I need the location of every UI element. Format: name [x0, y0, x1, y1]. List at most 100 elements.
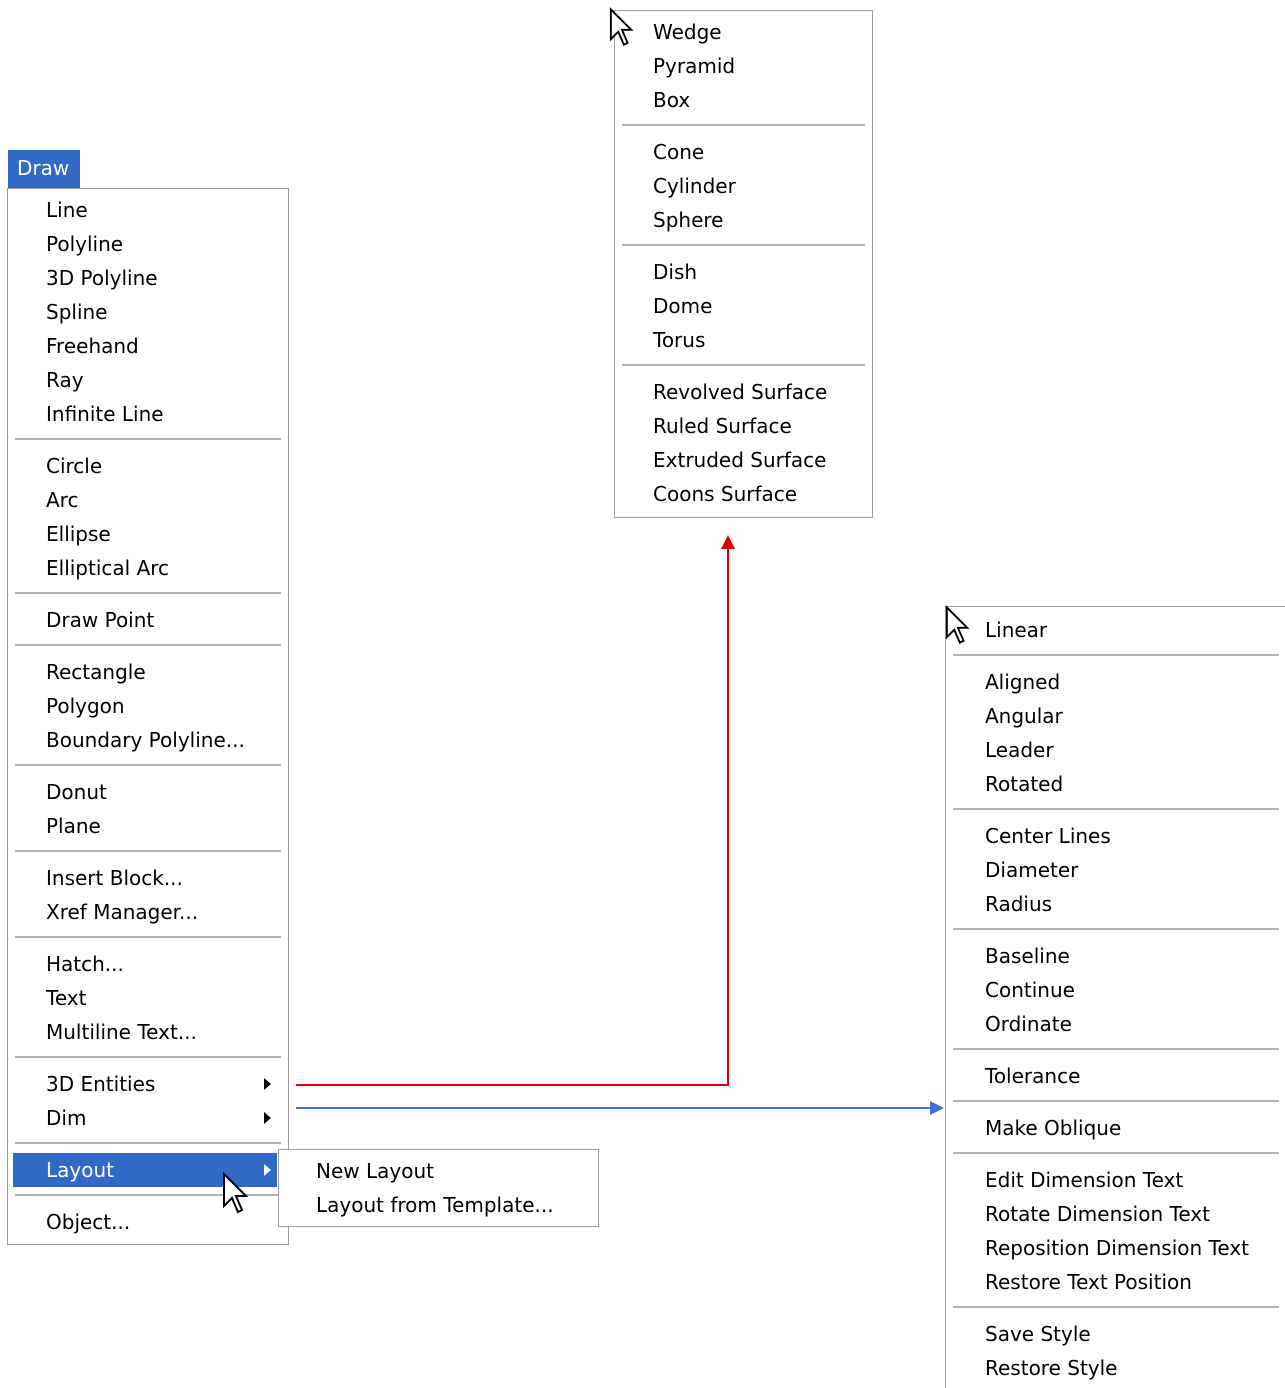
menu-item-spline[interactable]: Spline	[8, 295, 288, 329]
menu-item-new-layout[interactable]: New Layout	[279, 1154, 598, 1188]
menu-item-3d-entities[interactable]: 3D Entities	[8, 1067, 288, 1101]
menu-item-label: Leader	[985, 738, 1054, 762]
draw-menu-title[interactable]: Draw	[8, 150, 80, 188]
menu-item-save-style[interactable]: Save Style	[946, 1317, 1285, 1351]
menu-item-dome[interactable]: Dome	[615, 289, 872, 323]
menu-item-label: Restore Style	[985, 1356, 1118, 1380]
menu-item-label: Elliptical Arc	[46, 556, 170, 580]
menu-item-linear[interactable]: Linear	[946, 613, 1285, 647]
menu-item-xref-manager[interactable]: Xref Manager...	[8, 895, 288, 929]
menu-item-rotated[interactable]: Rotated	[946, 767, 1285, 801]
menu-item-continue[interactable]: Continue	[946, 973, 1285, 1007]
menu-item-label: Ray	[46, 368, 84, 392]
menu-item-label: Ruled Surface	[653, 414, 792, 438]
menu-item-label: Text	[46, 986, 87, 1010]
menu-item-hatch[interactable]: Hatch...	[8, 947, 288, 981]
menu-separator	[15, 592, 281, 594]
menu-item-label: Make Oblique	[985, 1116, 1122, 1140]
menu-item-edit-dimension-text[interactable]: Edit Dimension Text	[946, 1163, 1285, 1197]
menu-item-coons-surface[interactable]: Coons Surface	[615, 477, 872, 511]
menu-item-leader[interactable]: Leader	[946, 733, 1285, 767]
submenu-arrow-icon	[264, 1112, 271, 1124]
submenu-arrow-icon	[264, 1078, 271, 1090]
menu-separator	[622, 364, 865, 366]
menu-item-plane[interactable]: Plane	[8, 809, 288, 843]
menu-item-insert-block[interactable]: Insert Block...	[8, 861, 288, 895]
menu-item-box[interactable]: Box	[615, 83, 872, 117]
menu-item-3d-polyline[interactable]: 3D Polyline	[8, 261, 288, 295]
menu-item-rectangle[interactable]: Rectangle	[8, 655, 288, 689]
menu-item-label: Box	[653, 88, 691, 112]
menu-item-ray[interactable]: Ray	[8, 363, 288, 397]
menu-item-dim[interactable]: Dim	[8, 1101, 288, 1135]
menu-item-arc[interactable]: Arc	[8, 483, 288, 517]
menu-separator	[15, 1142, 281, 1144]
menu-item-ruled-surface[interactable]: Ruled Surface	[615, 409, 872, 443]
menu-item-aligned[interactable]: Aligned	[946, 665, 1285, 699]
menu-item-restore-style[interactable]: Restore Style	[946, 1351, 1285, 1385]
menu-item-label: Save Style	[985, 1322, 1091, 1346]
menu-item-ellipse[interactable]: Ellipse	[8, 517, 288, 551]
menu-separator	[953, 1048, 1279, 1050]
menu-item-donut[interactable]: Donut	[8, 775, 288, 809]
menu-item-torus[interactable]: Torus	[615, 323, 872, 357]
menu-item-infinite-line[interactable]: Infinite Line	[8, 397, 288, 431]
menu-item-extruded-surface[interactable]: Extruded Surface	[615, 443, 872, 477]
menu-item-label: Pyramid	[653, 54, 736, 78]
menu-item-label: Angular	[985, 704, 1063, 728]
menu-item-radius[interactable]: Radius	[946, 887, 1285, 921]
menu-item-elliptical-arc[interactable]: Elliptical Arc	[8, 551, 288, 585]
menu-item-label: Ordinate	[985, 1012, 1072, 1036]
dim-submenu: Linear Aligned Angular Leader Rotated Center …	[945, 606, 1285, 1388]
menu-item-sphere[interactable]: Sphere	[615, 203, 872, 237]
menu-item-label: Torus	[653, 328, 706, 352]
menu-item-revolved-surface[interactable]: Revolved Surface	[615, 375, 872, 409]
menu-separator	[622, 244, 865, 246]
menu-item-angular[interactable]: Angular	[946, 699, 1285, 733]
menu-item-wedge[interactable]: Wedge	[615, 15, 872, 49]
menu-item-reposition-dimension-text[interactable]: Reposition Dimension Text	[946, 1231, 1285, 1265]
menu-item-label: Reposition Dimension Text	[985, 1236, 1249, 1260]
menu-item-label: Wedge	[653, 20, 722, 44]
menu-item-label: Coons Surface	[653, 482, 798, 506]
menu-item-make-oblique[interactable]: Make Oblique	[946, 1111, 1285, 1145]
menu-item-restore-text-position[interactable]: Restore Text Position	[946, 1265, 1285, 1299]
menu-item-label: Polygon	[46, 694, 125, 718]
menu-item-diameter[interactable]: Diameter	[946, 853, 1285, 887]
menu-item-label: Restore Text Position	[985, 1270, 1192, 1294]
menu-item-dish[interactable]: Dish	[615, 255, 872, 289]
menu-item-tolerance[interactable]: Tolerance	[946, 1059, 1285, 1093]
menu-item-pyramid[interactable]: Pyramid	[615, 49, 872, 83]
menu-item-layout-from-template[interactable]: Layout from Template...	[279, 1188, 598, 1222]
menu-item-line[interactable]: Line	[8, 193, 288, 227]
menu-separator	[953, 654, 1279, 656]
layout-submenu: New Layout Layout from Template...	[278, 1149, 599, 1227]
menu-item-label: Draw Point	[46, 608, 155, 632]
menu-item-polygon[interactable]: Polygon	[8, 689, 288, 723]
menu-item-text[interactable]: Text	[8, 981, 288, 1015]
menu-item-label: New Layout	[316, 1159, 434, 1183]
menu-item-boundary-polyline[interactable]: Boundary Polyline...	[8, 723, 288, 757]
menu-item-label: Freehand	[46, 334, 139, 358]
menu-item-multiline-text[interactable]: Multiline Text...	[8, 1015, 288, 1049]
menu-item-label: Xref Manager...	[46, 900, 199, 924]
menu-item-draw-point[interactable]: Draw Point	[8, 603, 288, 637]
menu-item-rotate-dimension-text[interactable]: Rotate Dimension Text	[946, 1197, 1285, 1231]
menu-separator	[15, 438, 281, 440]
menu-item-label: Layout from Template...	[316, 1193, 554, 1217]
menu-separator	[15, 936, 281, 938]
menu-item-label: Plane	[46, 814, 101, 838]
3d-entities-submenu: Wedge Pyramid Box Cone Cylinder Sphere Dish Dom…	[614, 10, 873, 518]
menu-item-label: Insert Block...	[46, 866, 183, 890]
menu-separator	[15, 1056, 281, 1058]
menu-item-cylinder[interactable]: Cylinder	[615, 169, 872, 203]
menu-item-freehand[interactable]: Freehand	[8, 329, 288, 363]
menu-item-baseline[interactable]: Baseline	[946, 939, 1285, 973]
menu-item-circle[interactable]: Circle	[8, 449, 288, 483]
menu-item-label: Layout	[46, 1158, 114, 1182]
menu-item-ordinate[interactable]: Ordinate	[946, 1007, 1285, 1041]
menu-item-center-lines[interactable]: Center Lines	[946, 819, 1285, 853]
menu-item-polyline[interactable]: Polyline	[8, 227, 288, 261]
menu-item-cone[interactable]: Cone	[615, 135, 872, 169]
menu-item-label: Dim	[46, 1106, 87, 1130]
